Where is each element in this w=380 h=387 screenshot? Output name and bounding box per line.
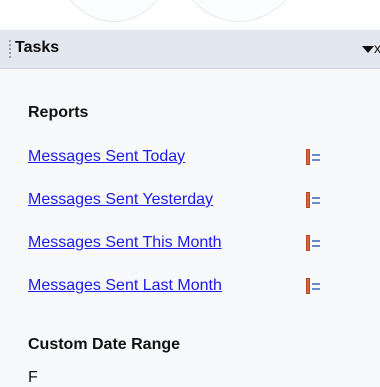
background-arc bbox=[168, 0, 310, 22]
report-icon[interactable] bbox=[305, 191, 321, 209]
drag-grip-icon[interactable] bbox=[9, 39, 11, 59]
chevron-down-icon[interactable] bbox=[362, 46, 374, 53]
link-messages-sent-last-month[interactable]: Messages Sent Last Month bbox=[28, 277, 222, 295]
partial-field-label: F bbox=[28, 369, 38, 386]
report-icon[interactable] bbox=[305, 148, 321, 166]
link-messages-sent-yesterday[interactable]: Messages Sent Yesterday bbox=[28, 191, 213, 209]
tasks-panel-header: Tasks x bbox=[0, 30, 380, 69]
report-icon[interactable] bbox=[305, 234, 321, 252]
reports-heading: Reports bbox=[28, 104, 89, 121]
top-background bbox=[0, 0, 380, 28]
custom-date-range-heading: Custom Date Range bbox=[28, 336, 181, 353]
close-icon[interactable]: x bbox=[374, 40, 380, 56]
report-icon[interactable] bbox=[305, 277, 321, 295]
panel-title: Tasks bbox=[15, 39, 60, 56]
link-messages-sent-this-month[interactable]: Messages Sent This Month bbox=[28, 234, 222, 252]
link-messages-sent-today[interactable]: Messages Sent Today bbox=[28, 148, 185, 166]
background-arc bbox=[48, 0, 180, 22]
